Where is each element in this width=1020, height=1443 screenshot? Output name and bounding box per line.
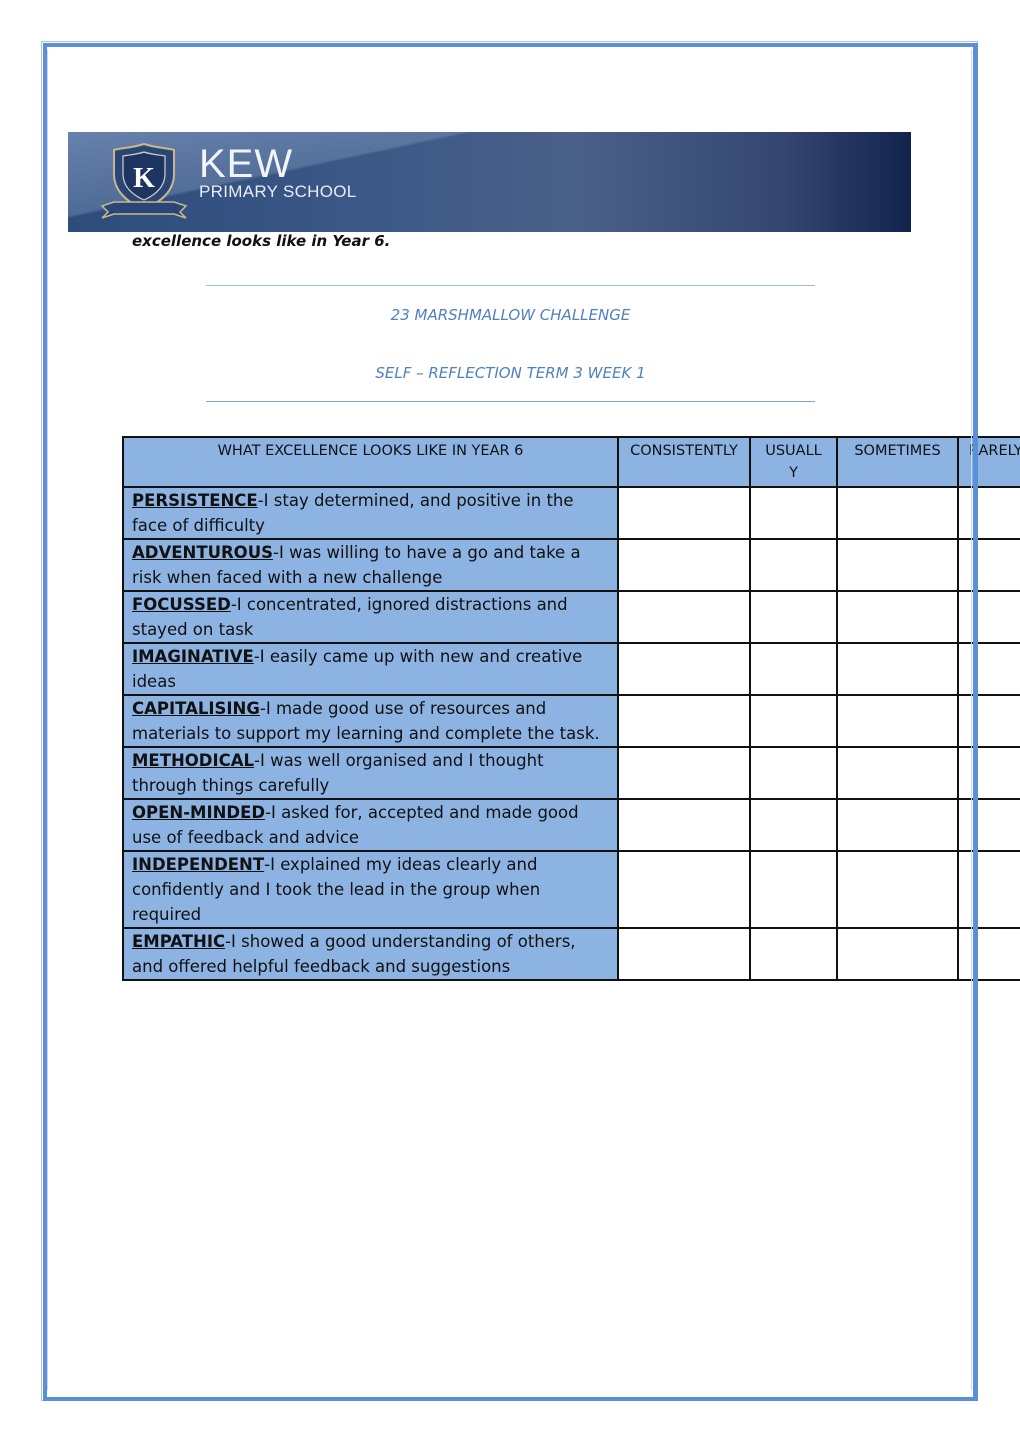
rating-cell-rarely[interactable] (957, 798, 1020, 852)
table-row: CAPITALISING-I made good use of resource… (122, 694, 1020, 748)
rating-cell-sometimes[interactable] (836, 486, 959, 540)
page-subtitle: SELF – REFLECTION TERM 3 WEEK 1 (375, 364, 646, 382)
rating-cell-usually[interactable] (749, 746, 838, 800)
rating-cell-sometimes[interactable] (836, 798, 959, 852)
rating-cell-usually[interactable] (749, 590, 838, 644)
rating-cell-consistently[interactable] (617, 538, 751, 592)
rating-cell-rarely[interactable] (957, 850, 1020, 929)
row-keyword: INDEPENDENT (132, 855, 265, 874)
rating-cell-consistently[interactable] (617, 694, 751, 748)
rating-cell-sometimes[interactable] (836, 746, 959, 800)
header-sometimes: SOMETIMES (836, 436, 959, 488)
lead-text: excellence looks like in Year 6. (132, 232, 391, 250)
row-keyword: FOCUSSED (132, 595, 231, 614)
rating-cell-usually[interactable] (749, 486, 838, 540)
row-description: FOCUSSED-I concentrated, ignored distrac… (122, 590, 619, 644)
page-border-inner-line-right (971, 50, 972, 1390)
rating-cell-rarely[interactable] (957, 927, 1020, 981)
rating-cell-rarely[interactable] (957, 486, 1020, 540)
rating-cell-sometimes[interactable] (836, 927, 959, 981)
rating-cell-sometimes[interactable] (836, 538, 959, 592)
rating-cell-usually[interactable] (749, 642, 838, 696)
row-keyword: ADVENTUROUS (132, 543, 273, 562)
rating-cell-usually[interactable] (749, 538, 838, 592)
row-keyword: EMPATHIC (132, 932, 226, 951)
school-name: KEW (199, 142, 294, 186)
row-description: INDEPENDENT-I explained my ideas clearly… (122, 850, 619, 929)
school-banner: K KEW PRIMARY SCHOOL (68, 132, 911, 232)
row-keyword: CAPITALISING (132, 699, 260, 718)
rating-cell-consistently[interactable] (617, 746, 751, 800)
header-usually: USUALLY (749, 436, 838, 488)
title-rule-bottom (206, 401, 815, 402)
rating-cell-rarely[interactable] (957, 694, 1020, 748)
rating-cell-usually[interactable] (749, 694, 838, 748)
row-keyword: METHODICAL (132, 751, 255, 770)
rating-cell-rarely[interactable] (957, 642, 1020, 696)
rating-cell-consistently[interactable] (617, 642, 751, 696)
table-row: METHODICAL-I was well organised and I th… (122, 746, 1020, 800)
table-row: OPEN-MINDED-I asked for, accepted and ma… (122, 798, 1020, 852)
table-header-row: WHAT EXCELLENCE LOOKS LIKE IN YEAR 6 CON… (122, 436, 1020, 488)
table-row: ADVENTUROUS-I was willing to have a go a… (122, 538, 1020, 592)
rating-cell-rarely[interactable] (957, 538, 1020, 592)
row-keyword: IMAGINATIVE (132, 647, 254, 666)
row-keyword: PERSISTENCE (132, 491, 258, 510)
school-crest-icon: K (100, 142, 188, 219)
rating-cell-rarely[interactable] (957, 590, 1020, 644)
rating-cell-consistently[interactable] (617, 590, 751, 644)
rating-cell-usually[interactable] (749, 850, 838, 929)
table-row: FOCUSSED-I concentrated, ignored distrac… (122, 590, 1020, 644)
table-row: EMPATHIC-I showed a good understanding o… (122, 927, 1020, 981)
rating-cell-consistently[interactable] (617, 486, 751, 540)
row-description: EMPATHIC-I showed a good understanding o… (122, 927, 619, 981)
row-description: ADVENTUROUS-I was willing to have a go a… (122, 538, 619, 592)
school-subtitle: PRIMARY SCHOOL (199, 182, 357, 201)
page-border-inner-line-left (47, 50, 48, 1390)
rating-cell-consistently[interactable] (617, 927, 751, 981)
svg-text:K: K (133, 163, 155, 194)
rating-cell-usually[interactable] (749, 798, 838, 852)
title-rule-top (206, 285, 815, 286)
row-description: METHODICAL-I was well organised and I th… (122, 746, 619, 800)
rating-cell-sometimes[interactable] (836, 590, 959, 644)
rating-cell-consistently[interactable] (617, 798, 751, 852)
table-row: INDEPENDENT-I explained my ideas clearly… (122, 850, 1020, 929)
table-row: IMAGINATIVE-I easily came up with new an… (122, 642, 1020, 696)
rating-cell-usually[interactable] (749, 927, 838, 981)
row-description: PERSISTENCE-I stay determined, and posit… (122, 486, 619, 540)
table-row: PERSISTENCE-I stay determined, and posit… (122, 486, 1020, 540)
reflection-table: WHAT EXCELLENCE LOOKS LIKE IN YEAR 6 CON… (122, 436, 1020, 981)
rating-cell-sometimes[interactable] (836, 694, 959, 748)
reflection-table-container: WHAT EXCELLENCE LOOKS LIKE IN YEAR 6 CON… (122, 436, 1020, 981)
rating-cell-sometimes[interactable] (836, 642, 959, 696)
header-rarely: RARELY (957, 436, 1020, 488)
rating-cell-rarely[interactable] (957, 746, 1020, 800)
banner-sheen (68, 132, 911, 232)
page-title: 23 MARSHMALLOW CHALLENGE (390, 306, 631, 324)
rating-cell-sometimes[interactable] (836, 850, 959, 929)
header-excellence: WHAT EXCELLENCE LOOKS LIKE IN YEAR 6 (122, 436, 619, 488)
header-usually-label: USUALLY (765, 443, 822, 481)
row-description: CAPITALISING-I made good use of resource… (122, 694, 619, 748)
row-description: OPEN-MINDED-I asked for, accepted and ma… (122, 798, 619, 852)
row-description: IMAGINATIVE-I easily came up with new an… (122, 642, 619, 696)
header-consistently: CONSISTENTLY (617, 436, 751, 488)
row-keyword: OPEN-MINDED (132, 803, 266, 822)
rating-cell-consistently[interactable] (617, 850, 751, 929)
